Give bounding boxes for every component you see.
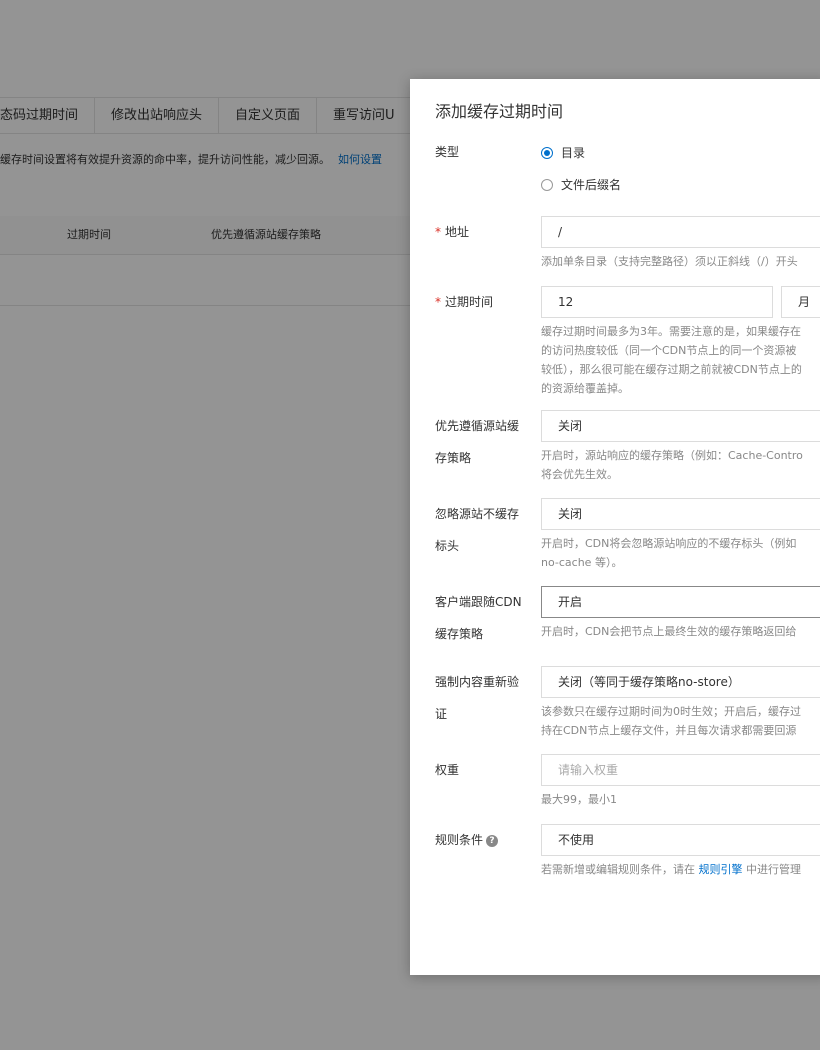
- origin-priority-help-line-1: 开启时，源站响应的缓存策略（例如：Cache-Contro: [541, 449, 803, 462]
- client-follow-select[interactable]: 开启: [541, 586, 820, 618]
- expire-help-line-4: 的资源给覆盖掉。: [541, 382, 629, 395]
- force-revalidate-label-line-1: 强制内容重新验: [435, 675, 520, 689]
- type-label: 类型: [435, 145, 460, 159]
- radio-checked-icon[interactable]: [541, 146, 553, 159]
- force-revalidate-help: 该参数只在缓存过期时间为0时生效；开启后，缓存过 持在CDN节点上缓存文件，并且…: [541, 702, 820, 740]
- add-cache-expire-dialog: 添加缓存过期时间 类型 目录 文件后缀名 * 地址 添加单条目录（支持完整路径）须…: [410, 79, 820, 975]
- force-revalidate-select[interactable]: 关闭（等同于缓存策略no-store）: [541, 666, 820, 698]
- ignore-nocache-help-line-2: no-cache 等）。: [541, 556, 623, 569]
- radio-directory[interactable]: 目录: [541, 144, 585, 161]
- expire-help-line-2: 的访问热度较低（同一个CDN节点上的同一个资源被: [541, 344, 797, 357]
- address-input-box[interactable]: [558, 218, 820, 246]
- weight-input-box[interactable]: [558, 756, 820, 784]
- radio-unchecked-icon[interactable]: [541, 178, 553, 191]
- weight-input[interactable]: [541, 754, 820, 786]
- expire-value-input-box[interactable]: [558, 288, 772, 316]
- ignore-nocache-label-line-2: 标头: [435, 539, 460, 553]
- origin-priority-select[interactable]: 关闭: [541, 410, 820, 442]
- origin-priority-label: 优先遵循源站缓 存策略: [435, 410, 519, 474]
- client-follow-label-line-1: 客户端跟随CDN: [435, 595, 522, 609]
- client-follow-label: 客户端跟随CDN 缓存策略: [435, 586, 522, 650]
- weight-label: 权重: [435, 763, 460, 777]
- help-question-icon[interactable]: ?: [486, 834, 499, 847]
- force-revalidate-label-line-2: 证: [435, 707, 448, 721]
- required-mark: *: [435, 225, 441, 239]
- weight-help: 最大99，最小1: [541, 793, 617, 806]
- force-revalidate-help-line-1: 该参数只在缓存过期时间为0时生效；开启后，缓存过: [541, 705, 801, 718]
- client-follow-help: 开启时，CDN会把节点上最终生效的缓存策略返回给: [541, 625, 797, 638]
- expire-label-text: 过期时间: [445, 295, 494, 309]
- origin-priority-help: 开启时，源站响应的缓存策略（例如：Cache-Contro 将会优先生效。: [541, 446, 820, 484]
- address-label: * 地址: [435, 216, 469, 248]
- expire-help-line-1: 缓存过期时间最多为3年。需要注意的是，如果缓存在: [541, 325, 801, 338]
- rule-condition-select[interactable]: 不使用: [541, 824, 820, 856]
- origin-priority-label-line-1: 优先遵循源站缓: [435, 419, 520, 433]
- rule-engine-link[interactable]: 规则引擎: [699, 863, 743, 876]
- address-help: 添加单条目录（支持完整路径）须以正斜线（/）开头: [541, 255, 798, 268]
- origin-priority-help-line-2: 将会优先生效。: [541, 468, 618, 481]
- force-revalidate-label: 强制内容重新验 证: [435, 666, 519, 730]
- ignore-nocache-select[interactable]: 关闭: [541, 498, 820, 530]
- ignore-nocache-label: 忽略源站不缓存 标头: [435, 498, 519, 562]
- address-label-text: 地址: [445, 225, 470, 239]
- rule-condition-help: 若需新增或编辑规则条件，请在 规则引擎 中进行管理: [541, 860, 820, 879]
- origin-priority-label-line-2: 存策略: [435, 451, 472, 465]
- ignore-nocache-help-line-1: 开启时，CDN将会忽略源站响应的不缓存标头（例如: [541, 537, 797, 550]
- rule-condition-help-post: 中进行管理: [746, 863, 801, 876]
- radio-file-suffix[interactable]: 文件后缀名: [541, 176, 621, 193]
- radio-file-suffix-label: 文件后缀名: [561, 178, 622, 192]
- ignore-nocache-label-line-1: 忽略源站不缓存: [435, 507, 520, 521]
- rule-condition-help-pre: 若需新增或编辑规则条件，请在: [541, 863, 695, 876]
- expire-value-input[interactable]: [541, 286, 773, 318]
- expire-help: 缓存过期时间最多为3年。需要注意的是，如果缓存在 的访问热度较低（同一个CDN节…: [541, 322, 820, 398]
- required-mark: *: [435, 295, 441, 309]
- force-revalidate-help-line-2: 持在CDN节点上缓存文件，并且每次请求都需要回源: [541, 724, 797, 737]
- ignore-nocache-help: 开启时，CDN将会忽略源站响应的不缓存标头（例如 no-cache 等）。: [541, 534, 820, 572]
- expire-label: * 过期时间: [435, 286, 493, 318]
- address-input[interactable]: [541, 216, 820, 248]
- expire-unit-select[interactable]: 月: [781, 286, 820, 318]
- client-follow-label-line-2: 缓存策略: [435, 627, 484, 641]
- expire-help-line-3: 较低），那么很可能在缓存过期之前就被CDN节点上的: [541, 363, 802, 376]
- rule-condition-label: 规则条件?: [435, 824, 499, 856]
- rule-condition-label-text: 规则条件: [435, 833, 484, 847]
- dialog-title: 添加缓存过期时间: [435, 102, 564, 121]
- radio-directory-label: 目录: [561, 146, 586, 160]
